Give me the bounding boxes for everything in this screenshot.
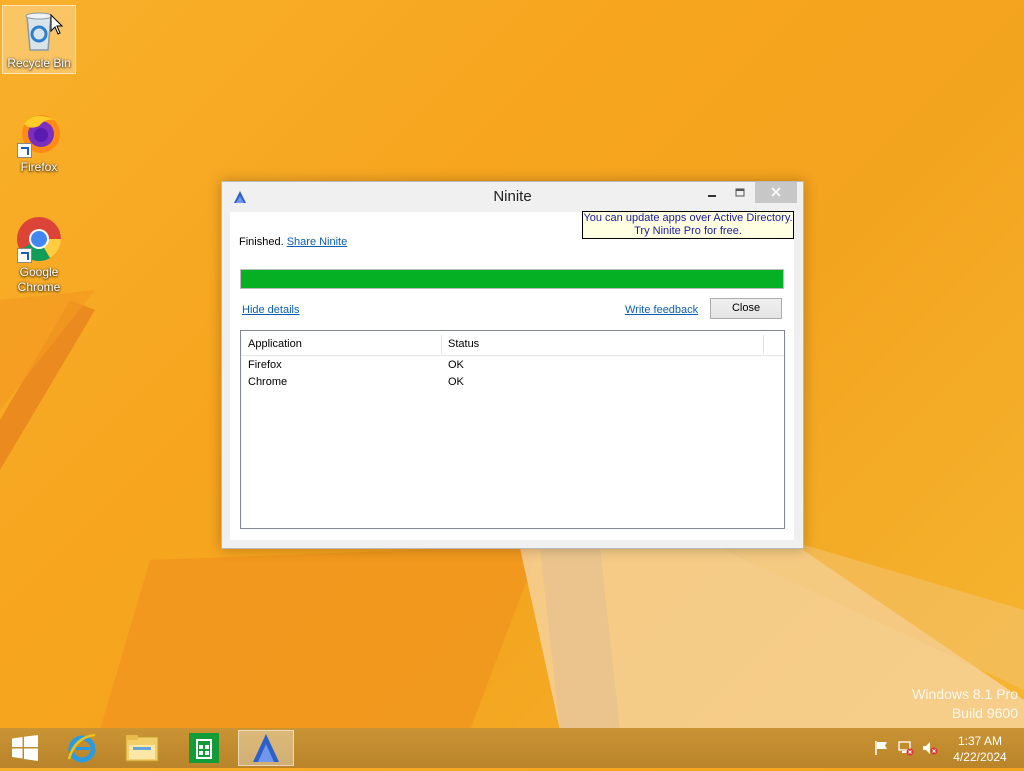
shortcut-arrow-icon [17, 248, 32, 263]
internet-explorer-icon [67, 733, 96, 763]
watermark-edition: Windows 8.1 Pro [912, 686, 1018, 702]
desktop-icon-google-chrome[interactable]: Google Chrome [3, 215, 75, 295]
taskbar-clock[interactable]: 1:37 AM 4/22/2024 [944, 733, 1016, 765]
hide-details-link[interactable]: Hide details [242, 304, 299, 316]
status-text: Finished. [239, 236, 284, 248]
window-close-button[interactable] [755, 182, 797, 203]
close-icon [771, 187, 781, 197]
taskbar: 1:37 AM 4/22/2024 [0, 728, 1024, 768]
taskbar-ninite[interactable] [238, 730, 294, 766]
desktop-icon-label: Recycle Bin [7, 56, 71, 70]
clock-date: 4/22/2024 [953, 750, 1007, 764]
cell-application: Chrome [248, 376, 288, 388]
column-separator[interactable] [763, 335, 764, 354]
network-icon[interactable] [898, 740, 914, 756]
cell-application: Firefox [248, 359, 282, 371]
ninite-window: Ninite Finished. Share Ninite You can up… [221, 181, 804, 549]
desktop-icon-recycle-bin[interactable]: Recycle Bin [2, 5, 76, 74]
maximize-icon [735, 188, 745, 197]
clock-time: 1:37 AM [957, 734, 1003, 748]
desktop-icon-label: Google Chrome [17, 265, 61, 294]
list-header: Application Status [241, 331, 784, 356]
volume-muted-icon[interactable] [922, 740, 938, 756]
desktop-icon-firefox[interactable]: Firefox [3, 110, 75, 175]
close-button[interactable]: Close [710, 298, 782, 319]
details-list[interactable]: Application Status Firefox OK Chrome OK [240, 330, 785, 529]
chrome-icon [15, 215, 63, 263]
progress-fill [241, 270, 783, 288]
start-button[interactable] [0, 730, 50, 766]
windows-watermark: Windows 8.1 Pro Build 9600 [912, 685, 1018, 723]
share-ninite-link[interactable]: Share Ninite [287, 236, 348, 248]
taskbar-store[interactable] [176, 730, 232, 766]
promo-line-2: Try Ninite Pro for free. [634, 225, 742, 237]
taskbar-file-explorer[interactable] [114, 730, 170, 766]
window-content: Finished. Share Ninite You can update ap… [230, 211, 794, 540]
write-feedback-link[interactable]: Write feedback [625, 304, 698, 316]
list-item[interactable]: Chrome OK [241, 373, 784, 390]
column-separator[interactable] [441, 335, 442, 354]
list-item[interactable]: Firefox OK [241, 356, 784, 373]
taskbar-internet-explorer[interactable] [54, 730, 110, 766]
desktop-icon-label: Firefox [20, 160, 58, 174]
firefox-icon [15, 110, 63, 158]
maximize-button[interactable] [727, 182, 753, 203]
mouse-cursor-icon [50, 14, 64, 35]
promo-line-1: You can update apps over Active Director… [583, 212, 793, 224]
column-header-application[interactable]: Application [248, 338, 302, 350]
ninite-app-icon [253, 734, 279, 762]
store-icon [189, 733, 219, 763]
windows-logo-icon [12, 735, 38, 761]
shortcut-arrow-icon [17, 143, 32, 158]
cell-status: OK [448, 376, 464, 388]
progress-bar [240, 269, 784, 289]
status-line: Finished. Share Ninite [239, 236, 347, 248]
minimize-button[interactable] [699, 182, 725, 203]
column-header-status[interactable]: Status [448, 338, 479, 350]
folder-icon [125, 735, 159, 762]
watermark-build: Build 9600 [951, 705, 1018, 721]
title-bar[interactable]: Ninite [222, 182, 803, 212]
cell-status: OK [448, 359, 464, 371]
action-center-flag-icon[interactable] [874, 740, 890, 756]
minimize-icon [708, 195, 716, 197]
promo-banner[interactable]: You can update apps over Active Director… [582, 211, 794, 239]
